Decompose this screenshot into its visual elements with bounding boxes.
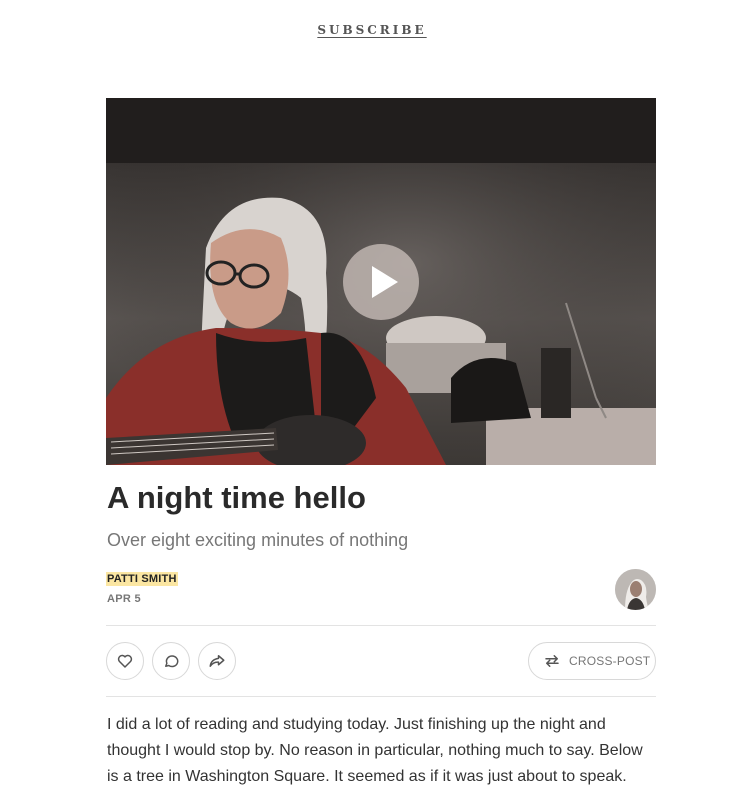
- subscribe-link[interactable]: SUBSCRIBE: [317, 23, 426, 37]
- subscribe-bar: SUBSCRIBE: [0, 21, 744, 39]
- post-date: APR 5: [107, 593, 141, 605]
- like-button[interactable]: [106, 642, 144, 680]
- post-subtitle: Over eight exciting minutes of nothing: [107, 530, 409, 550]
- author-avatar[interactable]: [615, 569, 656, 610]
- comment-button[interactable]: [152, 642, 190, 680]
- play-icon: [372, 266, 398, 298]
- video-player[interactable]: [106, 98, 656, 465]
- post-title: A night time hello: [107, 480, 366, 515]
- heart-icon: [117, 654, 133, 668]
- share-button[interactable]: [198, 642, 236, 680]
- post-body: I did a lot of reading and studying toda…: [107, 716, 643, 785]
- crosspost-label: CROSS-POST: [569, 654, 651, 668]
- author-link[interactable]: PATTI SMITH: [106, 572, 178, 586]
- crosspost-button[interactable]: CROSS-POST: [528, 642, 656, 680]
- comment-icon: [165, 655, 179, 668]
- divider-bottom: [106, 696, 656, 697]
- swap-arrows-icon: [545, 655, 559, 667]
- play-button[interactable]: [343, 244, 419, 320]
- divider-top: [106, 625, 656, 626]
- share-icon: [209, 655, 225, 667]
